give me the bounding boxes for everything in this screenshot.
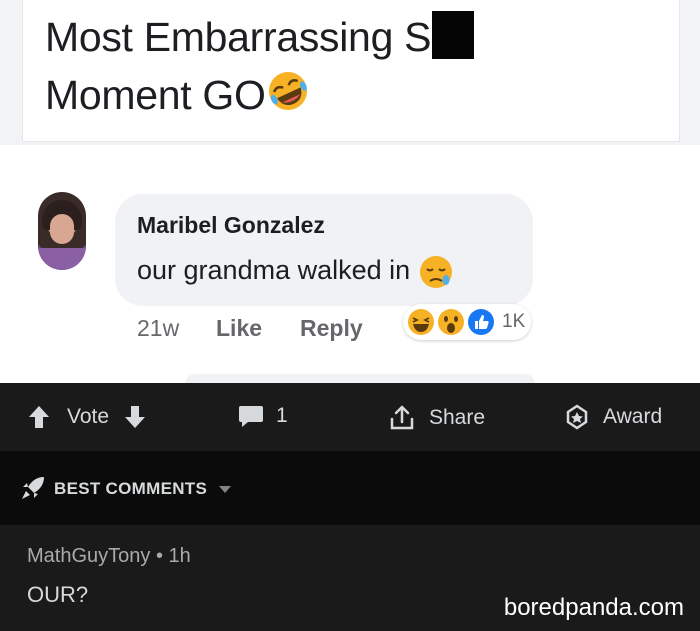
reddit-comment: MathGuyTony • 1h OUR? boredpanda.com bbox=[0, 525, 700, 631]
reaction-summary[interactable]: 1K bbox=[403, 304, 531, 340]
reply-button[interactable]: Reply bbox=[300, 315, 363, 342]
reaction-count: 1K bbox=[502, 311, 526, 332]
rocket-icon bbox=[22, 477, 44, 499]
wow-reaction-icon bbox=[438, 309, 464, 335]
comment-area: Maribel Gonzalez our grandma walked in 2… bbox=[0, 145, 700, 394]
comment-icon bbox=[239, 406, 263, 427]
share-button[interactable]: Share bbox=[388, 404, 485, 432]
award-label: Award bbox=[603, 405, 663, 428]
share-label: Share bbox=[429, 406, 486, 429]
post-line-1: Most Embarrassing S bbox=[45, 14, 432, 60]
comment-timestamp: 21w bbox=[137, 315, 180, 341]
comment-body: OUR? bbox=[27, 582, 89, 607]
watermark: boredpanda.com bbox=[503, 594, 684, 621]
haha-reaction-icon bbox=[408, 309, 434, 335]
comment-meta[interactable]: MathGuyTony • 1h bbox=[27, 545, 191, 568]
sad-emoji-icon bbox=[418, 254, 454, 290]
vote-control[interactable]: Vote bbox=[27, 404, 147, 430]
upvote-arrow-icon[interactable] bbox=[27, 404, 51, 430]
rofl-emoji-icon bbox=[266, 69, 310, 128]
like-button[interactable]: Like bbox=[216, 315, 262, 342]
post-action-bar: Vote 1 Share Award bbox=[0, 383, 700, 451]
comment-sort-bar[interactable]: BEST COMMENTS bbox=[0, 451, 700, 525]
avatar[interactable] bbox=[38, 192, 86, 270]
post-card: Most Embarrassing S Moment GO bbox=[22, 0, 680, 142]
facebook-screenshot: Most Embarrassing S Moment GO Maribel Go… bbox=[0, 0, 700, 394]
comment-count: 1 bbox=[276, 404, 288, 427]
comment-text-content: our grandma walked in bbox=[137, 255, 411, 286]
sort-label: BEST COMMENTS bbox=[54, 479, 208, 498]
comment-author[interactable]: Maribel Gonzalez bbox=[137, 212, 325, 239]
comment-bubble: Maribel Gonzalez our grandma walked in bbox=[115, 194, 533, 306]
downvote-arrow-icon[interactable] bbox=[123, 404, 147, 430]
reddit-section: Vote 1 Share Award BEST COMMENTS MathGuy… bbox=[0, 383, 700, 631]
post-line-2: Moment GO bbox=[45, 72, 266, 118]
censor-bar bbox=[432, 11, 475, 59]
award-button[interactable]: Award bbox=[564, 404, 662, 430]
chevron-down-icon[interactable] bbox=[218, 485, 232, 495]
vote-label: Vote bbox=[67, 405, 110, 428]
comments-button[interactable]: 1 bbox=[238, 404, 288, 428]
comment-text: our grandma walked in bbox=[137, 254, 454, 290]
share-icon bbox=[390, 405, 414, 430]
like-reaction-icon bbox=[468, 309, 494, 335]
award-icon bbox=[566, 404, 588, 430]
post-text: Most Embarrassing S Moment GO bbox=[45, 8, 665, 128]
